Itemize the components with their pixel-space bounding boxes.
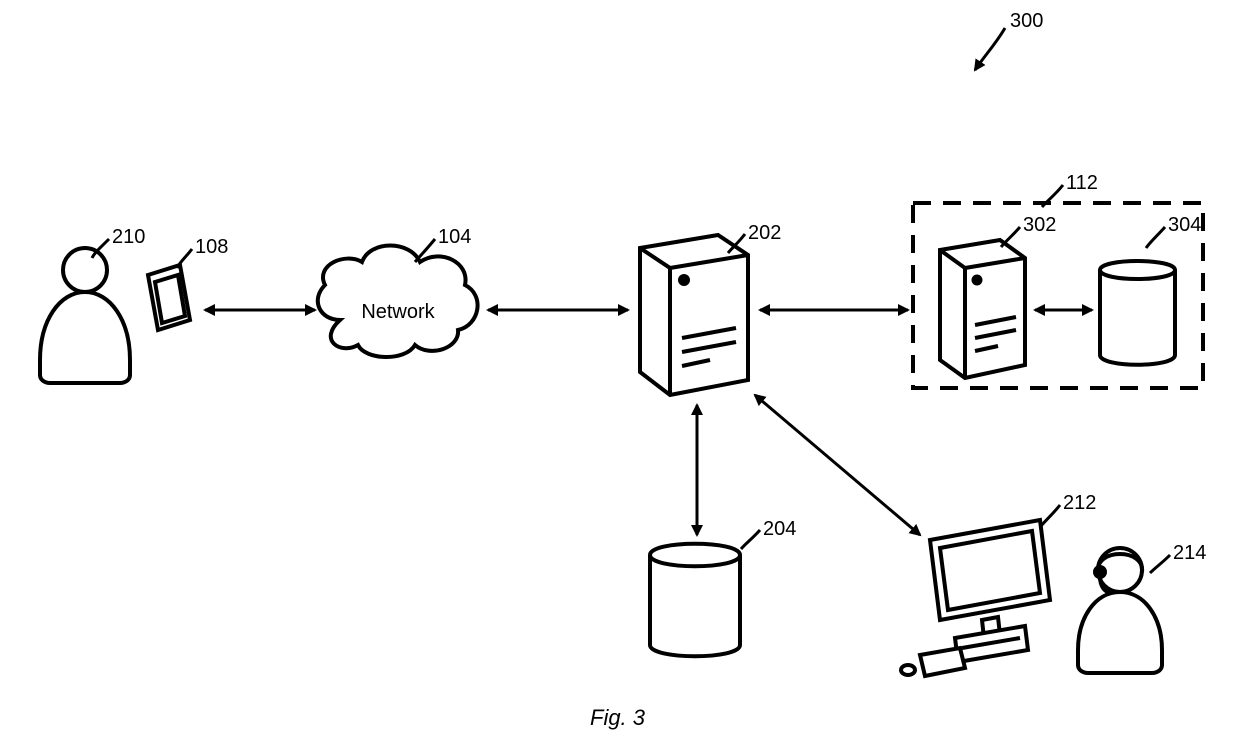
ref-204-label: 204 [763,518,796,541]
ref-202-label: 202 [748,222,781,245]
mobile-device-icon [148,265,190,330]
ref-108-label: 108 [195,236,228,259]
ref-112-label: 112 [1066,172,1098,195]
workstation-icon [901,520,1050,676]
ref-214-leader [1150,555,1170,573]
diagram-canvas: Network [0,0,1240,751]
ref-300-leader [975,28,1005,70]
server-icon-302 [940,240,1025,378]
ref-304-leader [1146,227,1165,248]
ref-212-label: 212 [1063,492,1096,515]
network-cloud-icon: Network [318,246,478,358]
server-icon-202 [640,235,748,395]
ref-214-label: 214 [1173,542,1206,565]
user-icon [40,248,130,383]
ref-302-leader [1001,227,1020,247]
ref-212-leader [1041,505,1060,526]
ref-108-leader [177,249,192,268]
ref-302-label: 302 [1023,214,1056,237]
figure-caption: Fig. 3 [590,705,645,731]
ref-104-label: 104 [438,226,471,249]
ref-300-label: 300 [1010,10,1043,33]
ref-210-label: 210 [112,226,145,249]
ref-204-leader [741,530,760,549]
operator-icon [1078,548,1162,673]
database-icon-304 [1100,261,1175,365]
ref-304-label: 304 [1168,214,1201,237]
database-icon-204 [650,544,740,657]
cloud-label-text: Network [361,301,435,323]
diagram-svg: Network [0,0,1240,751]
